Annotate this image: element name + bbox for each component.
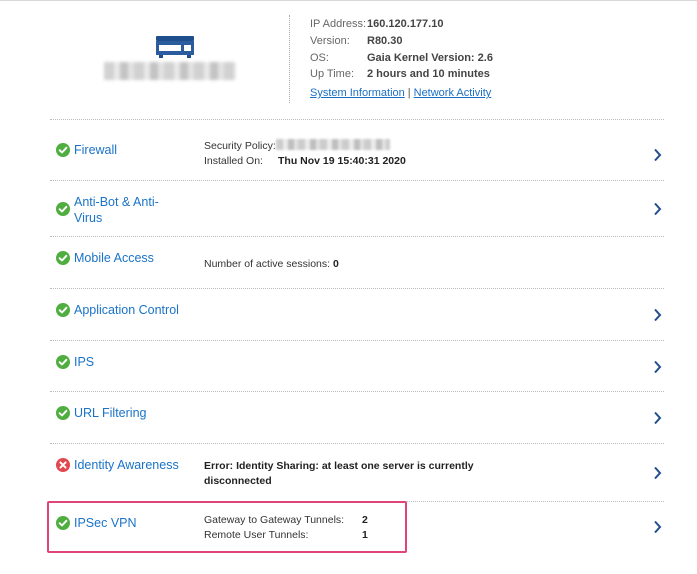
uptime-label: Up Time: bbox=[310, 68, 355, 81]
blade-row-anti-bot[interactable]: Anti-Bot & Anti- Virus bbox=[50, 181, 664, 237]
gateway-tunnels-label: Gateway to Gateway Tunnels: bbox=[204, 514, 345, 526]
blade-name-url-filtering[interactable]: URL Filtering bbox=[74, 405, 146, 421]
blade-row-mobile-access[interactable]: Mobile Access Number of active sessions:… bbox=[50, 237, 664, 289]
remote-user-tunnels-label: Remote User Tunnels: bbox=[204, 529, 309, 541]
gateway-tunnels-row: Gateway to Gateway Tunnels: 2 bbox=[204, 513, 368, 528]
link-separator: | bbox=[407, 87, 411, 100]
firewall-details: Security Policy: Installed On: Thu Nov 1… bbox=[204, 139, 406, 169]
active-sessions-value: 0 bbox=[332, 258, 339, 270]
identity-error-message: Error: Identity Sharing: at least one se… bbox=[204, 459, 474, 489]
blades-list: Firewall Security Policy: Installed On: … bbox=[50, 119, 664, 552]
chevron-right-icon[interactable] bbox=[653, 360, 662, 374]
info-links: System Information | Network Activity bbox=[310, 85, 493, 102]
os-label: OS: bbox=[310, 51, 329, 64]
active-sessions-row: Number of active sessions: 0 bbox=[204, 257, 339, 272]
blade-row-firewall[interactable]: Firewall Security Policy: Installed On: … bbox=[50, 120, 664, 181]
check-circle-icon bbox=[56, 202, 70, 216]
installed-on-label: Installed On: bbox=[204, 155, 263, 167]
blade-name-identity-awareness[interactable]: Identity Awareness bbox=[74, 457, 179, 473]
blade-name-anti-bot[interactable]: Anti-Bot & Anti- Virus bbox=[74, 194, 159, 226]
uptime-value: 2 hours and 10 minutes bbox=[367, 68, 490, 81]
network-activity-link[interactable]: Network Activity bbox=[414, 87, 492, 99]
blade-row-identity-awareness[interactable]: Identity Awareness Error: Identity Shari… bbox=[50, 444, 664, 502]
chevron-right-icon[interactable] bbox=[653, 308, 662, 322]
version-value: R80.30 bbox=[367, 34, 403, 47]
ip-address-label: IP Address: bbox=[310, 18, 367, 30]
security-policy-label: Security Policy: bbox=[204, 140, 276, 152]
active-sessions-label: Number of active sessions: bbox=[204, 258, 331, 270]
blade-row-application-control[interactable]: Application Control bbox=[50, 289, 664, 341]
chevron-right-icon[interactable] bbox=[653, 411, 662, 425]
os-row: OS: Gaia Kernel Version: 2.6 bbox=[310, 50, 493, 67]
ip-address-value: 160.120.177.10 bbox=[367, 18, 444, 30]
blade-name-line-2: Virus bbox=[74, 211, 103, 225]
version-row: Version: R80.30 bbox=[310, 33, 493, 50]
mobile-access-details: Number of active sessions: 0 bbox=[204, 257, 339, 272]
uptime-row: Up Time: 2 hours and 10 minutes bbox=[310, 66, 493, 83]
check-circle-icon bbox=[56, 355, 70, 369]
installed-on-value: Thu Nov 19 15:40:31 2020 bbox=[278, 155, 406, 167]
device-info-panel: IP Address: 160.120.177.10 Version: R80.… bbox=[310, 16, 493, 102]
error-line-1: Error: Identity Sharing: at least one se… bbox=[204, 460, 474, 472]
blade-row-ipsec-vpn[interactable]: IPSec VPN Gateway to Gateway Tunnels: 2 … bbox=[50, 502, 664, 552]
appliance-icon bbox=[156, 36, 194, 58]
check-circle-icon bbox=[56, 406, 70, 420]
ip-address-row: IP Address: 160.120.177.10 bbox=[310, 16, 493, 33]
error-line-2: disconnected bbox=[204, 475, 272, 487]
blade-name-mobile-access[interactable]: Mobile Access bbox=[74, 250, 154, 266]
installed-on-row: Installed On: Thu Nov 19 15:40:31 2020 bbox=[204, 154, 406, 169]
blade-name-application-control[interactable]: Application Control bbox=[74, 302, 179, 318]
security-policy-row: Security Policy: bbox=[204, 139, 406, 154]
ipsec-vpn-details: Gateway to Gateway Tunnels: 2 Remote Use… bbox=[204, 513, 368, 543]
chevron-right-icon[interactable] bbox=[653, 466, 662, 480]
security-policy-redacted bbox=[275, 139, 390, 150]
blade-name-ipsec-vpn[interactable]: IPSec VPN bbox=[74, 515, 137, 531]
chevron-right-icon[interactable] bbox=[653, 202, 662, 216]
check-circle-icon bbox=[56, 251, 70, 265]
blade-row-url-filtering[interactable]: URL Filtering bbox=[50, 392, 664, 444]
top-border bbox=[0, 0, 697, 1]
device-name-redacted bbox=[104, 62, 236, 80]
gateway-tunnels-value: 2 bbox=[362, 514, 368, 526]
version-label: Version: bbox=[310, 34, 350, 47]
check-circle-icon bbox=[56, 516, 70, 530]
chevron-right-icon[interactable] bbox=[653, 148, 662, 162]
blade-row-ips[interactable]: IPS bbox=[50, 341, 664, 392]
error-circle-icon bbox=[56, 458, 70, 472]
blade-name-ips[interactable]: IPS bbox=[74, 354, 94, 370]
info-divider bbox=[289, 15, 290, 103]
check-circle-icon bbox=[56, 303, 70, 317]
os-value: Gaia Kernel Version: 2.6 bbox=[367, 51, 493, 64]
remote-user-tunnels-value: 1 bbox=[362, 529, 368, 541]
remote-user-tunnels-row: Remote User Tunnels: 1 bbox=[204, 528, 368, 543]
blade-name-firewall[interactable]: Firewall bbox=[74, 142, 117, 158]
check-circle-icon bbox=[56, 143, 70, 157]
blade-name-line-1: Anti-Bot & Anti- bbox=[74, 195, 159, 209]
chevron-right-icon[interactable] bbox=[653, 520, 662, 534]
system-information-link[interactable]: System Information bbox=[310, 87, 405, 99]
